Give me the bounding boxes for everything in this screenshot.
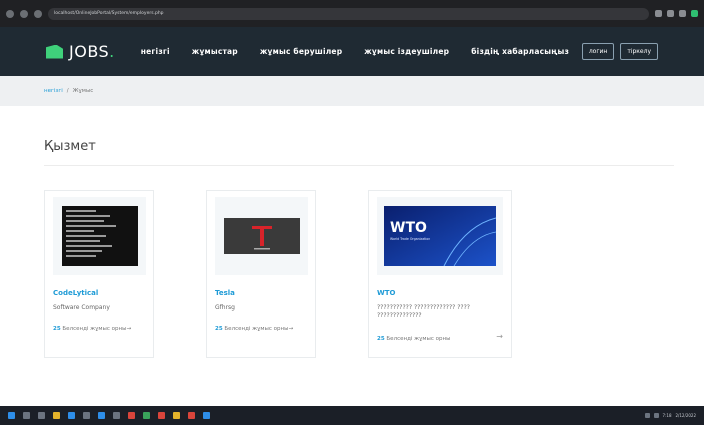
- app-icon[interactable]: [173, 412, 180, 419]
- app-icon[interactable]: [143, 412, 150, 419]
- app-icon[interactable]: [158, 412, 165, 419]
- system-tray: 7:18 2/12/2022: [644, 413, 696, 418]
- active-jobs-label: Белсенді жұмыс орны: [386, 336, 451, 342]
- active-jobs-label: Белсенді жұмыс орны: [224, 326, 289, 332]
- active-jobs[interactable]: 25 Белсенді жұмыс орны: [377, 336, 450, 342]
- app-icon[interactable]: [203, 412, 210, 419]
- menu-item-employers[interactable]: жұмыс берушілер: [260, 47, 342, 56]
- volume-icon[interactable]: [653, 413, 659, 418]
- os-taskbar: 7:18 2/12/2022: [0, 406, 704, 425]
- company-card[interactable]: CodeLytical Software Company 25 Белсенді…: [44, 190, 154, 358]
- menu-item-home[interactable]: негізгі: [141, 47, 170, 56]
- active-jobs-count: 25: [377, 336, 385, 342]
- title-divider: [44, 165, 674, 166]
- company-card[interactable]: WTO World Trade Organization WTO ???????…: [368, 190, 512, 358]
- app-icon[interactable]: [188, 412, 195, 419]
- breadcrumb: негізгі / Жұмыс: [0, 76, 704, 106]
- site-navbar: JOBS. негізгі жұмыстар жұмыс берушілер ж…: [0, 27, 704, 76]
- company-image[interactable]: [215, 197, 308, 275]
- reload-icon[interactable]: [34, 9, 42, 18]
- active-jobs-count: 25: [215, 326, 223, 332]
- task-view-icon[interactable]: [38, 412, 45, 419]
- active-jobs[interactable]: 25 Белсенді жұмыс орны→: [215, 326, 293, 332]
- logo-text: JOBS: [69, 42, 110, 61]
- breadcrumb-current: Жұмыс: [72, 88, 94, 94]
- page-title: Қызмет: [44, 139, 96, 154]
- wto-logo-text: WTO: [390, 220, 427, 236]
- arrow-right-icon: →: [288, 326, 294, 332]
- company-name[interactable]: WTO: [377, 289, 395, 297]
- network-icon[interactable]: [644, 413, 650, 418]
- arrow-right-icon: →: [126, 326, 132, 332]
- bookmark-icon[interactable]: [667, 10, 674, 17]
- logo-dot: .: [109, 42, 115, 61]
- site-logo[interactable]: JOBS.: [46, 42, 115, 61]
- app-icon[interactable]: [128, 412, 135, 419]
- company-name[interactable]: Tesla: [215, 289, 235, 297]
- forward-icon[interactable]: [20, 9, 28, 18]
- search-icon[interactable]: [23, 412, 30, 419]
- clock-time[interactable]: 7:18: [663, 413, 672, 418]
- app-icon[interactable]: [113, 412, 120, 419]
- app-icon[interactable]: [98, 412, 105, 419]
- main-content: Қызмет CodeLytical Software Company 25 Б…: [0, 106, 704, 406]
- register-button[interactable]: тіркелу: [620, 43, 658, 60]
- company-category: ??????????? ????????????? ???? ?????????…: [377, 304, 470, 319]
- arrow-right-icon[interactable]: →: [496, 332, 503, 341]
- menu-item-candidates[interactable]: жұмыс іздеушілер: [364, 47, 449, 56]
- active-jobs[interactable]: 25 Белсенді жұмыс орны→: [53, 326, 131, 332]
- profile-icon[interactable]: [691, 10, 698, 17]
- breadcrumb-separator: /: [66, 88, 69, 94]
- menu-item-jobs[interactable]: жұмыстар: [192, 47, 238, 56]
- company-name[interactable]: CodeLytical: [53, 289, 98, 297]
- start-icon[interactable]: [8, 412, 15, 419]
- active-jobs-count: 25: [53, 326, 61, 332]
- back-icon[interactable]: [6, 9, 14, 18]
- extensions-icon[interactable]: [655, 10, 662, 17]
- download-icon[interactable]: [679, 10, 686, 17]
- login-button[interactable]: логин: [581, 43, 615, 60]
- main-menu: негізгі жұмыстар жұмыс берушілер жұмыс і…: [141, 47, 569, 56]
- company-category: Gfhrsg: [215, 304, 235, 311]
- url-text: localhost/OnlineJobPortal/System/employe…: [54, 11, 164, 16]
- breadcrumb-home[interactable]: негізгі: [44, 88, 63, 94]
- menu-item-contact[interactable]: біздің хабарласыңыз: [471, 47, 569, 56]
- file-explorer-icon[interactable]: [53, 412, 60, 419]
- clock-date[interactable]: 2/12/2022: [675, 413, 696, 418]
- company-card[interactable]: Tesla Gfhrsg 25 Белсенді жұмыс орны→: [206, 190, 316, 358]
- company-image[interactable]: [53, 197, 146, 275]
- company-image[interactable]: WTO World Trade Organization: [377, 197, 503, 275]
- active-jobs-label: Белсенді жұмыс орны: [62, 326, 127, 332]
- company-category: Software Company: [53, 304, 110, 311]
- edge-icon[interactable]: [68, 412, 75, 419]
- logo-icon: [46, 44, 63, 59]
- wto-logo-subtext: World Trade Organization: [390, 237, 430, 241]
- browser-toolbar: localhost/OnlineJobPortal/System/employe…: [0, 0, 704, 27]
- app-icon[interactable]: [83, 412, 90, 419]
- address-bar[interactable]: localhost/OnlineJobPortal/System/employe…: [48, 7, 649, 20]
